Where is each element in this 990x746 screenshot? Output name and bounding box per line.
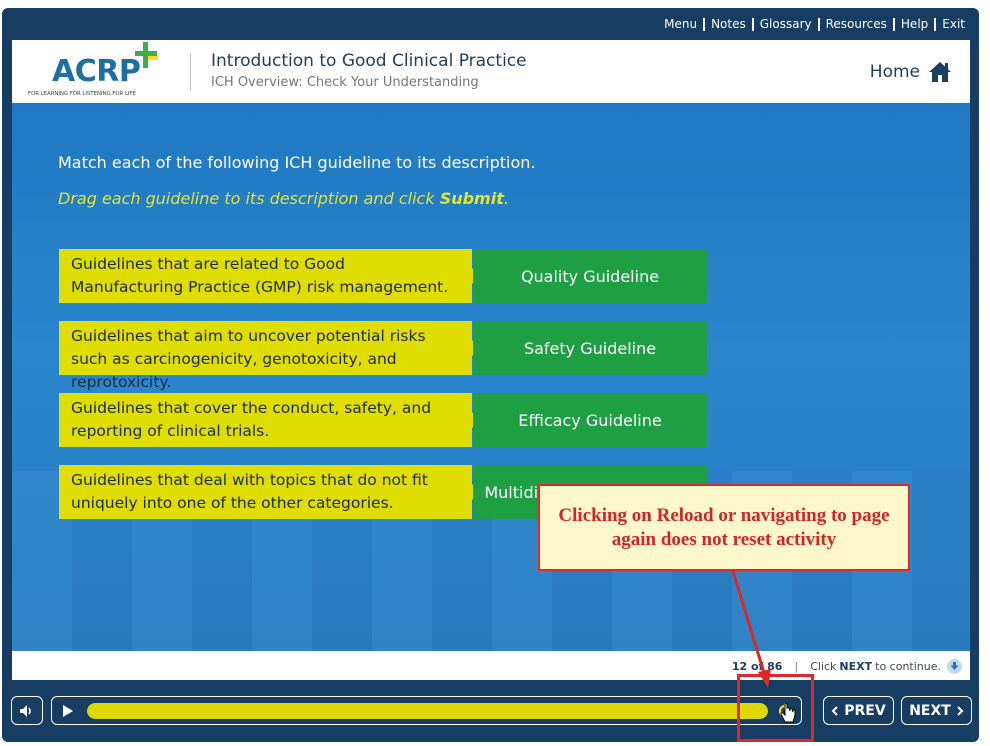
annotation-highlight-box	[737, 674, 814, 742]
page-subtitle: ICH Overview: Check Your Understanding	[211, 75, 479, 90]
logo-wordmark: ACRP	[52, 54, 141, 89]
prev-button[interactable]: PREV	[823, 696, 894, 725]
next-label: NEXT	[909, 702, 951, 719]
match-pair: Guidelines that are related to Good Manu…	[59, 249, 707, 303]
seekbar-container	[51, 696, 802, 725]
scroll-down-icon[interactable]	[947, 659, 962, 674]
progress-track[interactable]	[87, 703, 768, 719]
continue-prefix: Click	[810, 660, 837, 673]
nav-glossary-link[interactable]: Glossary	[760, 17, 812, 31]
status-bar: 12 of 86 | Click NEXT to continue.	[12, 651, 970, 680]
status-separator: |	[794, 660, 799, 673]
match-pair: Guidelines that aim to uncover potential…	[59, 321, 707, 391]
hand-cursor-icon	[780, 703, 796, 723]
status-content: 12 of 86 | Click NEXT to continue.	[732, 659, 962, 674]
acrp-logo: ACRP FOR LEARNING FOR LISTENING FOR LIFE	[28, 40, 178, 103]
home-button[interactable]: Home	[870, 61, 952, 83]
top-navigation: Menu Notes Glossary Resources Help Exit	[664, 17, 965, 31]
header-divider	[190, 53, 191, 91]
nav-notes-link[interactable]: Notes	[711, 17, 746, 31]
volume-button[interactable]	[11, 696, 43, 725]
continue-suffix: to continue.	[875, 660, 941, 673]
home-label: Home	[869, 62, 920, 82]
home-icon	[929, 62, 951, 82]
activity-hint: Drag each guideline to its description a…	[58, 189, 509, 208]
match-pair: Guidelines that cover the conduct, safet…	[59, 393, 707, 447]
description-box: Guidelines that cover the conduct, safet…	[59, 393, 472, 447]
description-box: Guidelines that deal with topics that do…	[59, 465, 472, 519]
description-box: Guidelines that aim to uncover potential…	[59, 321, 472, 391]
logo-cross-icon	[135, 42, 158, 68]
nav-menu-link[interactable]: Menu	[664, 17, 697, 31]
course-title: Introduction to Good Clinical Practice	[211, 51, 527, 71]
prev-label: PREV	[844, 702, 886, 719]
course-player: Menu Notes Glossary Resources Help Exit …	[2, 8, 979, 742]
chevron-left-icon	[831, 705, 838, 716]
nav-separator	[751, 17, 754, 31]
nav-help-link[interactable]: Help	[901, 17, 928, 31]
nav-resources-link[interactable]: Resources	[826, 17, 887, 31]
guideline-drag-tile[interactable]: Safety Guideline	[473, 321, 707, 375]
page-counter: 12 of 86	[731, 660, 783, 673]
next-button[interactable]: NEXT	[901, 696, 972, 725]
progress-fill	[87, 703, 768, 719]
playback-controls: PREV NEXT	[2, 688, 979, 742]
hint-submit-word: Submit	[439, 189, 504, 208]
activity-instruction: Match each of the following ICH guidelin…	[58, 153, 536, 172]
guideline-drag-tile[interactable]: Efficacy Guideline	[473, 393, 707, 447]
nav-separator	[703, 17, 706, 31]
annotation-callout: Clicking on Reload or navigating to page…	[538, 484, 910, 571]
continue-next-word: NEXT	[839, 660, 873, 673]
play-icon[interactable]	[63, 705, 73, 717]
nav-separator	[892, 17, 895, 31]
description-box: Guidelines that are related to Good Manu…	[59, 249, 472, 303]
nav-separator	[934, 17, 937, 31]
chevron-right-icon	[957, 705, 964, 716]
nav-exit-link[interactable]: Exit	[942, 17, 965, 31]
logo-tagline: FOR LEARNING FOR LISTENING FOR LIFE	[28, 91, 136, 97]
volume-icon	[20, 704, 31, 717]
hint-suffix: .	[503, 189, 509, 208]
nav-separator	[817, 17, 820, 31]
hint-prefix: Drag each guideline to its description a…	[58, 189, 440, 208]
course-header: ACRP FOR LEARNING FOR LISTENING FOR LIFE…	[12, 40, 970, 103]
guideline-drag-tile[interactable]: Quality Guideline	[473, 249, 707, 303]
